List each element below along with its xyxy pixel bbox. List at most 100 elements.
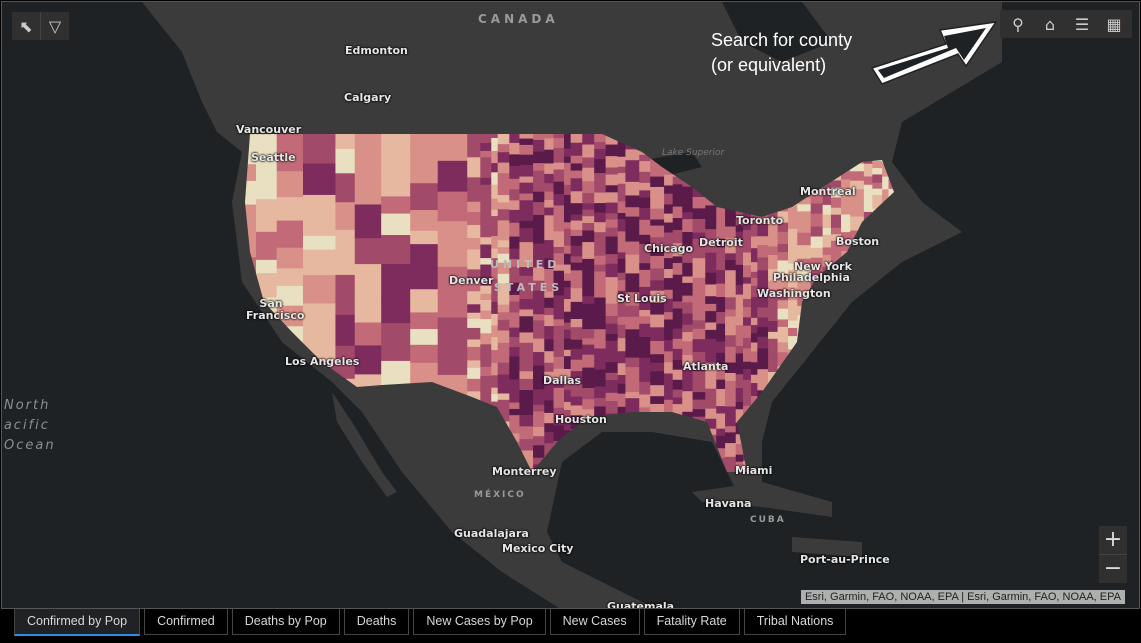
county xyxy=(594,283,607,299)
county xyxy=(788,327,798,337)
county xyxy=(757,236,769,246)
county xyxy=(725,346,737,355)
tab-deaths[interactable]: Deaths xyxy=(343,609,410,635)
county xyxy=(750,342,758,352)
county xyxy=(725,432,737,444)
county xyxy=(850,439,865,450)
county xyxy=(594,297,607,307)
county xyxy=(564,208,572,223)
select-dropdown-button[interactable]: ▽ xyxy=(40,12,69,40)
tab-tribal-nations[interactable]: Tribal Nations xyxy=(743,609,847,635)
tab-confirmed[interactable]: Confirmed xyxy=(144,609,228,635)
county xyxy=(650,440,665,452)
tab-new-cases[interactable]: New Cases xyxy=(549,609,640,635)
county xyxy=(509,356,520,371)
county xyxy=(650,354,665,364)
county xyxy=(882,469,890,472)
county xyxy=(564,142,572,150)
county xyxy=(276,387,304,410)
county xyxy=(888,287,894,298)
county xyxy=(497,393,510,401)
county xyxy=(533,302,545,315)
county xyxy=(743,337,752,349)
attribution[interactable]: Esri, Garmin, FAO, NOAA, EPA | Esri, Gar… xyxy=(800,590,1125,604)
county xyxy=(822,234,832,248)
county xyxy=(553,205,565,219)
tab-new-cases-by-pop[interactable]: New Cases by Pop xyxy=(413,609,546,635)
county xyxy=(863,184,873,196)
county xyxy=(768,246,779,256)
county xyxy=(519,176,534,184)
county xyxy=(639,432,651,442)
county xyxy=(823,475,832,484)
county xyxy=(650,457,665,471)
basemap-gallery-button[interactable]: ▦ xyxy=(1098,10,1130,38)
county xyxy=(725,260,737,271)
county xyxy=(705,408,717,420)
county xyxy=(533,427,545,437)
county xyxy=(682,302,694,315)
city-label: Detroit xyxy=(699,236,743,249)
county xyxy=(467,291,481,305)
county xyxy=(594,165,607,174)
county xyxy=(841,360,851,373)
county xyxy=(544,362,555,373)
country-label-usa-2: STATES xyxy=(494,281,564,294)
county xyxy=(467,304,481,314)
legend-button[interactable]: ☰ xyxy=(1066,10,1098,38)
county xyxy=(735,353,744,366)
county xyxy=(899,440,911,450)
tab-confirmed-by-pop[interactable]: Confirmed by Pop xyxy=(14,609,141,636)
zoom-in-button[interactable]: + xyxy=(1099,526,1127,555)
select-tool-button[interactable]: ⬉ xyxy=(12,12,40,40)
county xyxy=(533,223,545,237)
tab-deaths-by-pop[interactable]: Deaths by Pop xyxy=(231,609,340,635)
county xyxy=(797,470,812,472)
county xyxy=(810,247,824,259)
search-button[interactable]: ⚲ xyxy=(1002,10,1034,38)
county xyxy=(830,207,842,216)
county xyxy=(582,230,595,243)
county xyxy=(509,347,520,358)
county xyxy=(673,476,683,488)
annotation-arrow-icon xyxy=(870,21,998,85)
county xyxy=(810,236,824,249)
county xyxy=(743,292,752,300)
county xyxy=(888,357,894,370)
county xyxy=(509,415,520,423)
county xyxy=(335,274,356,303)
county xyxy=(822,366,832,381)
county xyxy=(519,439,534,451)
county xyxy=(882,449,890,464)
county xyxy=(850,349,865,359)
county xyxy=(850,471,865,472)
county xyxy=(553,247,565,254)
county xyxy=(750,383,758,397)
city-label: Boston xyxy=(836,235,880,248)
zoom-out-button[interactable]: − xyxy=(1099,555,1127,583)
home-button[interactable]: ⌂ xyxy=(1034,10,1066,38)
map-view[interactable]: CANADA UNITED STATES MÉXICO CUBA North P… xyxy=(1,1,1140,609)
county xyxy=(899,318,911,325)
city-label: Guadalajara xyxy=(454,527,529,540)
county xyxy=(519,164,534,178)
county xyxy=(682,276,694,284)
county xyxy=(625,350,640,359)
city-label: Dallas xyxy=(543,374,582,387)
county xyxy=(650,327,665,342)
county xyxy=(480,204,492,217)
county xyxy=(533,191,545,203)
county xyxy=(650,196,665,210)
county xyxy=(841,448,851,458)
county xyxy=(256,162,278,179)
county xyxy=(863,194,873,205)
county xyxy=(850,431,865,440)
county xyxy=(564,311,572,324)
county xyxy=(664,373,674,382)
county xyxy=(830,331,842,341)
tab-fatality-rate[interactable]: Fatality Rate xyxy=(643,609,740,635)
county xyxy=(716,398,726,407)
county xyxy=(863,424,873,437)
county xyxy=(889,473,900,485)
county xyxy=(467,318,481,329)
